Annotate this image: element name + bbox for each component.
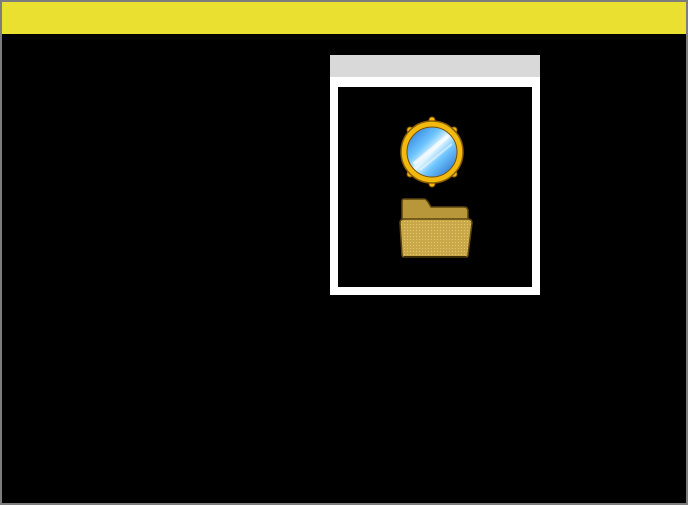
top-bar <box>2 2 686 34</box>
desktop-screen <box>2 2 686 503</box>
globe-icon[interactable] <box>400 116 464 192</box>
window-titlebar[interactable] <box>330 55 540 77</box>
app-window <box>330 55 540 295</box>
folder-icon[interactable] <box>398 197 474 259</box>
window-content <box>338 87 532 287</box>
